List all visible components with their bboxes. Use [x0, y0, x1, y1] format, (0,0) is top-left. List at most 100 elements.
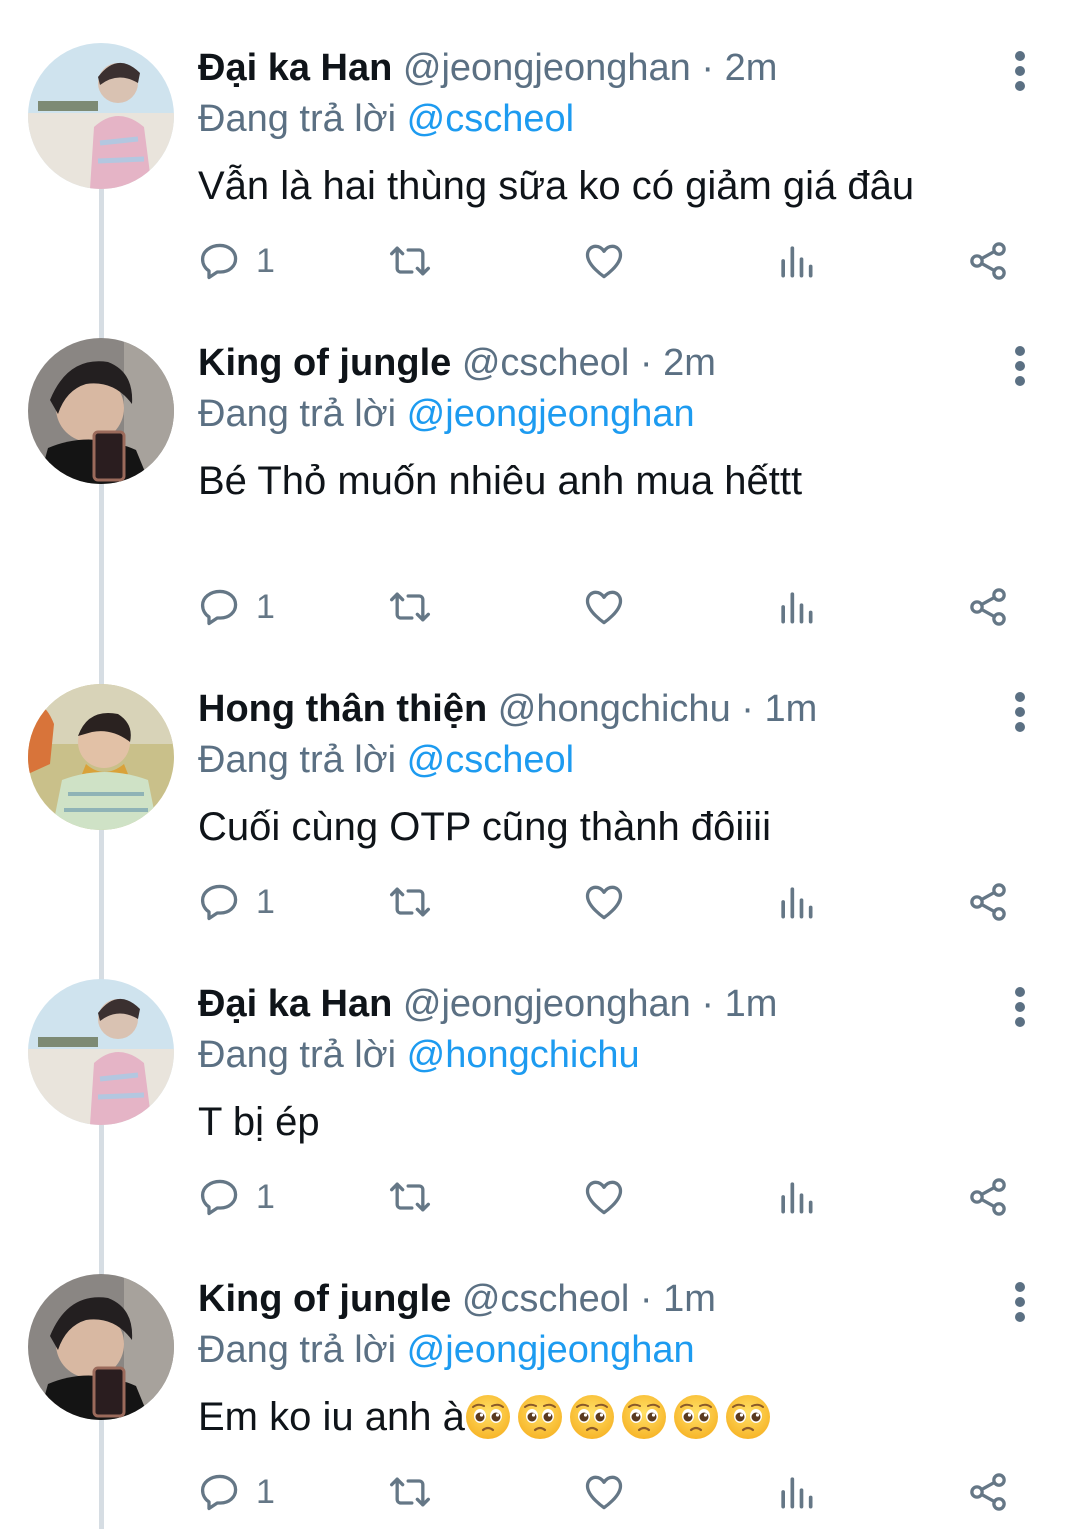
more-options-icon[interactable] [1002, 341, 1038, 391]
reply-button[interactable]: 1 [198, 1173, 275, 1221]
mention-link[interactable]: @cscheol [407, 739, 574, 781]
reply-button[interactable]: 1 [198, 1468, 275, 1516]
tweet-actions: 1 [198, 878, 1028, 926]
tweet-actions: 1 [198, 1173, 1028, 1221]
replying-to-label: Đang trả lời [198, 739, 397, 781]
reply-icon [200, 884, 238, 921]
emoji-row [465, 1395, 777, 1439]
pleading-face-emoji [465, 1395, 510, 1439]
like-button[interactable] [582, 583, 626, 631]
tweet-header: Hong thân thiện @hongchichu · 1m [198, 684, 817, 734]
replying-to: Đang trả lời @jeongjeonghan [198, 1325, 695, 1375]
tweet-text: Em ko iu anh à [198, 1389, 777, 1445]
share-icon [970, 1473, 1006, 1511]
tweet-header: Đại ka Han @jeongjeonghan · 1m [198, 979, 777, 1029]
replying-to: Đang trả lời @cscheol [198, 94, 574, 144]
retweet-button[interactable] [388, 1468, 432, 1516]
like-button[interactable] [582, 878, 626, 926]
reply-count: 1 [256, 241, 275, 280]
tweet[interactable]: Hong thân thiện @hongchichu · 1m Đang tr… [0, 649, 1080, 949]
tweet[interactable]: Đại ka Han @jeongjeonghan · 1m Đang trả … [0, 944, 1080, 1244]
reply-count: 1 [256, 1177, 275, 1216]
separator-dot: · [701, 47, 715, 89]
like-button[interactable] [582, 237, 626, 285]
handle[interactable]: @hongchichu [498, 688, 731, 730]
handle[interactable]: @jeongjeonghan [403, 983, 691, 1025]
avatar[interactable] [28, 338, 174, 484]
avatar[interactable] [28, 684, 174, 830]
mention-link[interactable]: @hongchichu [407, 1034, 640, 1076]
pleading-face-emoji [569, 1395, 614, 1439]
reply-count: 1 [256, 587, 275, 626]
tweet-text: Cuối cùng OTP cũng thành đôiiii [198, 805, 771, 849]
tweet[interactable]: King of jungle @cscheol · 2m Đang trả lờ… [0, 303, 1080, 649]
handle[interactable]: @jeongjeonghan [403, 47, 691, 89]
display-name[interactable]: King of jungle [198, 342, 451, 384]
display-name[interactable]: Đại ka Han [198, 47, 392, 89]
reply-button[interactable]: 1 [198, 583, 275, 631]
retweet-button[interactable] [388, 878, 432, 926]
heart-icon [585, 1475, 623, 1510]
share-button[interactable] [966, 237, 1010, 285]
timestamp[interactable]: 1m [663, 1278, 716, 1320]
retweet-icon [390, 592, 430, 622]
more-options-icon[interactable] [1002, 982, 1038, 1032]
reply-icon [200, 243, 238, 280]
timestamp[interactable]: 1m [725, 983, 778, 1025]
retweet-button[interactable] [388, 583, 432, 631]
avatar[interactable] [28, 1274, 174, 1420]
more-options-icon[interactable] [1002, 687, 1038, 737]
timestamp[interactable]: 1m [765, 688, 818, 730]
tweet[interactable]: King of jungle @cscheol · 1m Đang trả lờ… [0, 1239, 1080, 1529]
tweet-actions: 1 [198, 1468, 1028, 1516]
avatar[interactable] [28, 43, 174, 189]
tweet-header: King of jungle @cscheol · 2m [198, 338, 716, 388]
like-button[interactable] [582, 1468, 626, 1516]
tweet-text-content: Em ko iu anh à [198, 1395, 465, 1439]
tweet[interactable]: Đại ka Han @jeongjeonghan · 2m Đang trả … [0, 8, 1080, 308]
replying-to-label: Đang trả lời [198, 98, 397, 140]
mention-link[interactable]: @jeongjeonghan [407, 1329, 695, 1371]
like-button[interactable] [582, 1173, 626, 1221]
handle[interactable]: @cscheol [462, 1278, 629, 1320]
share-button[interactable] [966, 1173, 1010, 1221]
avatar[interactable] [28, 979, 174, 1125]
more-options-icon[interactable] [1002, 46, 1038, 96]
reply-count: 1 [256, 882, 275, 921]
timestamp[interactable]: 2m [663, 342, 716, 384]
heart-icon [585, 885, 623, 920]
share-icon [970, 883, 1006, 921]
replying-to: Đang trả lời @cscheol [198, 735, 574, 785]
analytics-button[interactable] [774, 237, 818, 285]
share-button[interactable] [966, 878, 1010, 926]
handle[interactable]: @cscheol [462, 342, 629, 384]
heart-icon [585, 590, 623, 625]
analytics-button[interactable] [774, 1173, 818, 1221]
display-name[interactable]: Đại ka Han [198, 983, 392, 1025]
replying-to: Đang trả lời @hongchichu [198, 1030, 640, 1080]
share-button[interactable] [966, 583, 1010, 631]
reply-button[interactable]: 1 [198, 237, 275, 285]
timestamp[interactable]: 2m [725, 47, 778, 89]
share-button[interactable] [966, 1468, 1010, 1516]
analytics-icon [781, 887, 813, 919]
analytics-button[interactable] [774, 878, 818, 926]
separator-dot: · [639, 342, 653, 384]
display-name[interactable]: Hong thân thiện [198, 688, 487, 730]
retweet-button[interactable] [388, 237, 432, 285]
mention-link[interactable]: @cscheol [407, 98, 574, 140]
analytics-button[interactable] [774, 1468, 818, 1516]
more-options-icon[interactable] [1002, 1277, 1038, 1327]
share-icon [970, 588, 1006, 626]
analytics-button[interactable] [774, 583, 818, 631]
display-name[interactable]: King of jungle [198, 1278, 451, 1320]
retweet-button[interactable] [388, 1173, 432, 1221]
separator-dot: · [741, 688, 754, 730]
share-icon [970, 1178, 1006, 1216]
separator-dot: · [701, 983, 715, 1025]
mention-link[interactable]: @jeongjeonghan [407, 393, 695, 435]
pleading-face-emoji [517, 1395, 562, 1439]
retweet-icon [390, 246, 430, 276]
reply-button[interactable]: 1 [198, 878, 275, 926]
retweet-icon [390, 887, 430, 917]
